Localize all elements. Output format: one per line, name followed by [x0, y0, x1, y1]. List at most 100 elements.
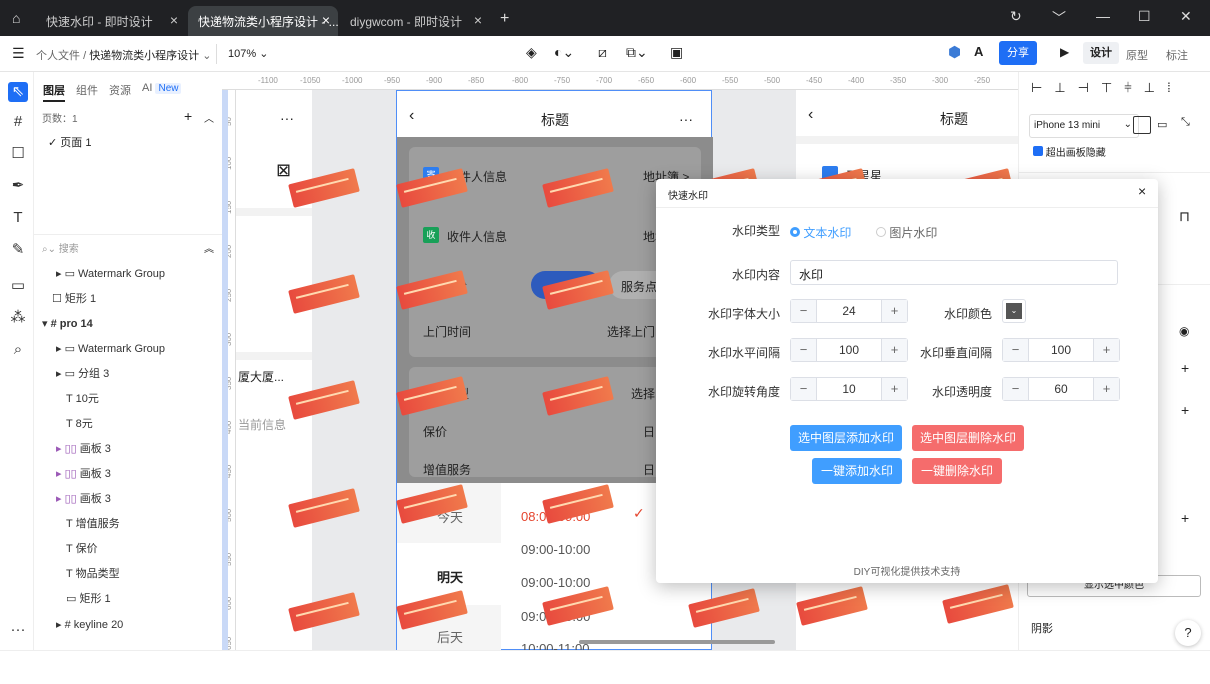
time-slot[interactable]: 09:00-10:00: [521, 542, 590, 557]
pen-tool-icon[interactable]: ✒: [8, 176, 28, 196]
opacity-stepper[interactable]: − 60 +: [1002, 377, 1120, 401]
minimize-icon[interactable]: —: [1096, 8, 1110, 24]
font-size-value[interactable]: 24: [817, 300, 881, 322]
decrement-button[interactable]: −: [791, 300, 817, 322]
layer-item[interactable]: T 10元: [34, 387, 222, 411]
tab-diygwcom[interactable]: diygwcom - 即时设计 ×: [340, 6, 490, 36]
comment-tool-icon[interactable]: ▭: [8, 276, 28, 296]
lock-icon[interactable]: ⊓: [1179, 208, 1190, 225]
color-picker[interactable]: ⌄: [1002, 299, 1026, 323]
rotate-value[interactable]: 10: [817, 378, 881, 400]
more-icon[interactable]: ···: [679, 111, 693, 127]
close-icon[interactable]: ×: [1138, 183, 1146, 199]
add-all-button[interactable]: 一键添加水印: [812, 458, 902, 484]
text-tool-icon[interactable]: T: [8, 208, 28, 228]
content-input[interactable]: 水印: [790, 260, 1118, 285]
help-button[interactable]: ?: [1175, 620, 1201, 646]
day-tomorrow[interactable]: 明天: [437, 567, 463, 586]
reload-icon[interactable]: ↻: [1010, 8, 1022, 25]
time-slot[interactable]: 09:00-10:00: [521, 575, 590, 590]
increment-button[interactable]: +: [1093, 339, 1119, 361]
align-icons[interactable]: ⊢⊥⊣⊤⫩⊥⁞: [1031, 80, 1183, 96]
plugin-tool-icon[interactable]: ⁂: [8, 308, 28, 328]
scroll-track[interactable]: [222, 90, 228, 650]
plugin-icon[interactable]: ⬢: [948, 43, 961, 61]
day-after[interactable]: 后天: [437, 627, 463, 646]
font-size-stepper[interactable]: − 24 +: [790, 299, 908, 323]
layer-item[interactable]: ▸ ▯▯ 画板 3: [34, 437, 222, 461]
pencil-tool-icon[interactable]: ✎: [8, 240, 28, 260]
type-image-radio[interactable]: 图片水印: [876, 224, 937, 241]
more-icon[interactable]: ···: [8, 620, 28, 640]
tab-components[interactable]: 组件: [76, 82, 98, 98]
vgap-value[interactable]: 100: [1029, 339, 1093, 361]
landscape-icon[interactable]: ▭: [1157, 118, 1167, 131]
opacity-value[interactable]: 60: [1029, 378, 1093, 400]
component-icon[interactable]: ◈: [526, 44, 537, 61]
tab-logistics[interactable]: 快递物流类小程序设计 - ... ×: [188, 6, 338, 36]
layer-item[interactable]: T 增值服务: [34, 512, 222, 536]
tab-ai[interactable]: AI New: [142, 82, 182, 94]
eye-icon[interactable]: ◉: [1179, 324, 1189, 338]
artboard-left[interactable]: ··· ⊠ 厦大厦... 当前信息: [236, 90, 312, 650]
breadcrumb-root[interactable]: 个人文件: [36, 50, 80, 62]
boolean-icon[interactable]: ⧉⌄: [626, 44, 648, 61]
search-tool-icon[interactable]: ⌕: [8, 340, 28, 360]
layer-item[interactable]: ▸ ▯▯ 画板 3: [34, 462, 222, 486]
chevron-down-icon[interactable]: ⌄: [202, 50, 211, 62]
back-icon[interactable]: ‹: [409, 107, 414, 125]
crop-icon[interactable]: ⧄: [598, 44, 607, 61]
decrement-button[interactable]: −: [791, 339, 817, 361]
mode-prototype-tab[interactable]: 原型: [1126, 47, 1148, 63]
decrement-button[interactable]: −: [1003, 339, 1029, 361]
add-icon[interactable]: +: [1181, 360, 1189, 376]
layer-item[interactable]: ▸ ▭ Watermark Group: [34, 337, 222, 361]
layer-item[interactable]: ☐ 矩形 1: [34, 287, 222, 311]
layer-item[interactable]: ▸ # keyline 20: [34, 613, 222, 637]
contrast-icon[interactable]: ◐⌄: [554, 44, 574, 61]
layer-search[interactable]: ⌕⌄ 搜索: [42, 240, 79, 255]
portrait-icon[interactable]: [1133, 116, 1151, 134]
layer-item[interactable]: ▾ # pro 14: [34, 312, 222, 336]
layer-item[interactable]: ▸ ▭ Watermark Group: [34, 262, 222, 286]
vgap-stepper[interactable]: − 100 +: [1002, 338, 1120, 362]
chevron-down-icon[interactable]: ﹀: [1052, 8, 1066, 28]
play-icon[interactable]: ▶: [1060, 45, 1069, 59]
increment-button[interactable]: +: [1093, 378, 1119, 400]
home-icon[interactable]: ⌂: [12, 10, 20, 26]
tab-quick-watermark[interactable]: 快速水印 - 即时设计 ×: [36, 6, 186, 36]
device-select[interactable]: iPhone 13 mini ⌄: [1029, 114, 1139, 138]
page-item[interactable]: ✓ 页面 1: [48, 134, 91, 150]
window-close-icon[interactable]: ✕: [1180, 8, 1192, 25]
rectangle-tool-icon[interactable]: ☐: [8, 144, 28, 164]
layer-item[interactable]: T 物品类型: [34, 562, 222, 586]
mode-design-tab[interactable]: 设计: [1083, 42, 1119, 64]
maximize-icon[interactable]: ☐: [1138, 8, 1151, 25]
menu-icon[interactable]: ☰: [12, 45, 25, 62]
add-selected-button[interactable]: 选中图层添加水印: [790, 425, 902, 451]
layer-item[interactable]: ▭ 矩形 1: [34, 587, 222, 611]
tab-assets[interactable]: 资源: [109, 82, 131, 98]
layer-item[interactable]: ▸ ▯▯ 画板 3: [34, 487, 222, 511]
fit-icon[interactable]: ⤡: [1181, 116, 1190, 129]
layer-item[interactable]: ▸ ▭ 分组 3: [34, 362, 222, 386]
add-icon[interactable]: +: [1181, 402, 1189, 418]
zoom-select[interactable]: 107% ⌄: [228, 47, 268, 60]
frame-icon[interactable]: ▣: [670, 44, 683, 61]
decrement-button[interactable]: −: [791, 378, 817, 400]
rotate-stepper[interactable]: − 10 +: [790, 377, 908, 401]
layer-item[interactable]: T 8元: [34, 412, 222, 436]
hgap-value[interactable]: 100: [817, 339, 881, 361]
add-page-icon[interactable]: +: [184, 108, 192, 124]
frame-tool-icon[interactable]: #: [8, 112, 28, 132]
close-icon[interactable]: ×: [474, 12, 482, 28]
tab-layers[interactable]: 图层: [43, 82, 65, 102]
layer-item[interactable]: T 保价: [34, 537, 222, 561]
breadcrumb-file[interactable]: 快递物流类小程序设计: [89, 50, 199, 62]
delete-all-button[interactable]: 一键删除水印: [912, 458, 1002, 484]
add-icon[interactable]: +: [1181, 510, 1189, 526]
clip-checkbox[interactable]: 超出画板隐藏: [1033, 144, 1106, 159]
hgap-stepper[interactable]: − 100 +: [790, 338, 908, 362]
chevron-up-icon[interactable]: ︿: [204, 110, 214, 125]
move-tool-icon[interactable]: ⇖: [8, 82, 28, 102]
